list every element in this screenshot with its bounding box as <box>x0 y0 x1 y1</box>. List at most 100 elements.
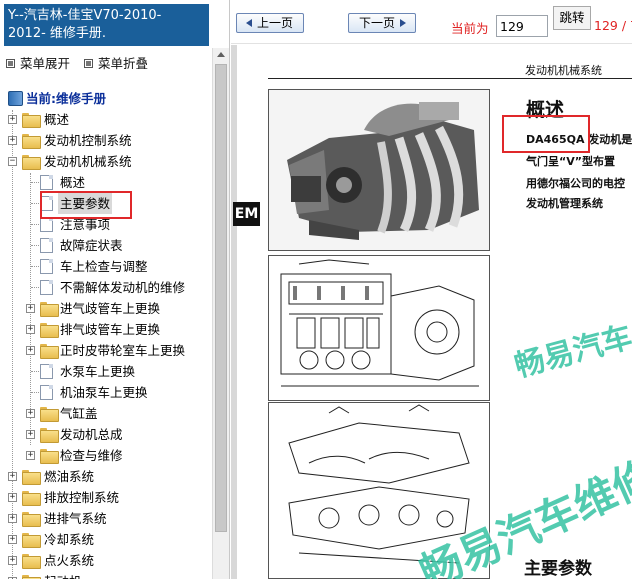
tree-node-label: 燃油系统 <box>44 469 95 484</box>
tree-leaf-label: 故障症状表 <box>60 238 123 253</box>
folder-icon <box>40 449 59 464</box>
overview-text-line-4: 发动机管理系统 <box>526 197 603 210</box>
expand-toggle-icon[interactable]: + <box>8 115 17 124</box>
expand-toggle-icon[interactable]: + <box>26 451 35 460</box>
tree-leaf-label: 概述 <box>60 175 86 190</box>
folder-open-icon <box>22 155 41 170</box>
expand-toggle-icon[interactable]: + <box>8 136 17 145</box>
main-params-heading: 主要参数 <box>524 559 592 579</box>
document-icon <box>40 385 53 400</box>
manual-page: 发动机机械系统 EM 概述 DA465QA 发动机是 气门呈“V”型布置 用德尔… <box>231 45 632 579</box>
manual-title: Y--汽吉林-佳宝V70-2010- 2012- 维修手册. <box>4 4 209 46</box>
header-rule <box>268 78 632 79</box>
tree-connector <box>31 392 39 393</box>
folder-icon <box>40 344 59 359</box>
tree-node-label: 检查与维修 <box>60 448 123 463</box>
menu-controls: 菜单展开 菜单折叠 <box>6 53 148 72</box>
collapse-menu-label: 菜单折叠 <box>98 56 149 71</box>
watermark-small: 畅易汽车 <box>511 319 632 385</box>
document-viewer: 上一页 下一页 当前为 跳转 129 / 7 发动机机械系统 EM <box>231 0 632 579</box>
engine-section-drawing <box>268 255 490 401</box>
tree-node-label: 排气歧管车上更换 <box>60 322 161 337</box>
expand-toggle-icon[interactable]: + <box>8 472 17 481</box>
collapse-toggle-icon[interactable]: − <box>8 157 17 166</box>
tree-connector <box>31 371 39 372</box>
expand-toggle-icon[interactable]: + <box>26 325 35 334</box>
collapse-square-icon <box>84 59 94 68</box>
tree-connector <box>31 182 39 183</box>
folder-icon <box>22 134 41 149</box>
current-page-label: 当前为 <box>451 21 489 36</box>
tree-node-label: 正时皮带轮室车上更换 <box>60 343 186 358</box>
folder-icon <box>40 302 59 317</box>
expand-toggle-icon[interactable]: + <box>8 535 17 544</box>
tree-connector <box>31 287 39 288</box>
tree-node-label: 发动机总成 <box>60 427 123 442</box>
tree-node-label: 点火系统 <box>44 553 95 568</box>
document-icon <box>40 280 53 295</box>
tree-node-label: 进气歧管车上更换 <box>60 301 161 316</box>
prev-page-button[interactable]: 上一页 <box>236 13 305 33</box>
tree-connector <box>31 245 39 246</box>
document-icon <box>40 259 53 274</box>
tree-node-label: 进排气系统 <box>44 511 107 526</box>
page-count: 129 / 7 <box>594 18 632 33</box>
prev-page-label: 上一页 <box>257 16 294 30</box>
folder-icon <box>22 491 41 506</box>
expand-toggle-icon[interactable]: + <box>8 556 17 565</box>
folder-icon <box>40 407 59 422</box>
page-edge <box>231 45 237 579</box>
tree-node-label: 排放控制系统 <box>44 490 120 505</box>
tree-node-label: 发动机控制系统 <box>44 133 132 148</box>
arrow-left-icon <box>246 19 252 27</box>
expand-toggle-icon[interactable]: + <box>8 493 17 502</box>
tree-leaf-label: 水泵车上更换 <box>60 364 136 379</box>
manual-title-line-2: 2012- 维修手册. <box>8 26 107 41</box>
page-header: 发动机机械系统 <box>525 64 602 77</box>
app-window: Y--汽吉林-佳宝V70-2010- 2012- 维修手册. 菜单展开 菜单折叠 … <box>0 0 632 579</box>
next-page-button[interactable]: 下一页 <box>348 13 417 33</box>
overview-text-line-3: 用德尔福公司的电控 <box>526 177 625 190</box>
tree-connector <box>12 110 13 579</box>
folder-icon <box>22 554 41 569</box>
engine-photo-drawing <box>269 90 489 250</box>
folder-icon <box>22 470 41 485</box>
next-page-label: 下一页 <box>359 16 396 30</box>
tree-root-label: 当前:维修手册 <box>26 91 106 106</box>
expand-toggle-icon[interactable]: + <box>26 346 35 355</box>
tree-node-label: 起动机 <box>44 571 82 579</box>
overview-text-line-2: 气门呈“V”型布置 <box>526 155 615 168</box>
engine-photo <box>268 89 490 251</box>
highlight-box <box>502 115 590 153</box>
expand-toggle-icon[interactable]: + <box>26 430 35 439</box>
expand-toggle-icon[interactable]: + <box>8 514 17 523</box>
page-toolbar: 上一页 下一页 当前为 跳转 129 / 7 <box>231 0 632 44</box>
expand-menu-label: 菜单展开 <box>20 56 71 71</box>
page-number-input[interactable] <box>496 15 548 37</box>
engine-section-sketch <box>269 256 489 400</box>
tree-node-label: 冷却系统 <box>44 532 95 547</box>
expand-toggle-icon[interactable]: + <box>26 409 35 418</box>
goto-page-button[interactable]: 跳转 <box>553 6 591 30</box>
sidebar-scrollbar[interactable] <box>212 48 229 579</box>
tree-connector <box>31 266 39 267</box>
book-icon <box>8 91 23 106</box>
folder-icon <box>22 512 41 527</box>
expand-toggle-icon[interactable]: + <box>26 304 35 313</box>
folder-icon <box>22 533 41 548</box>
collapse-menu-button[interactable]: 菜单折叠 <box>84 56 148 71</box>
tree-leaf-label: 车上检查与调整 <box>60 259 148 274</box>
folder-icon <box>40 323 59 338</box>
tree-leaf-label: 机油泵车上更换 <box>60 385 148 400</box>
scrollbar-thumb[interactable] <box>215 64 227 532</box>
section-tab: EM <box>233 202 260 226</box>
document-icon <box>40 175 53 190</box>
tree-connector <box>31 203 39 204</box>
scroll-up-arrow-icon[interactable] <box>217 52 225 57</box>
tree-node-label: 气缸盖 <box>60 406 98 421</box>
expand-menu-button[interactable]: 菜单展开 <box>6 56 70 71</box>
document-icon <box>40 217 53 232</box>
tree-connector <box>31 224 39 225</box>
tree-node-label: 概述 <box>44 112 70 127</box>
document-icon <box>40 238 53 253</box>
